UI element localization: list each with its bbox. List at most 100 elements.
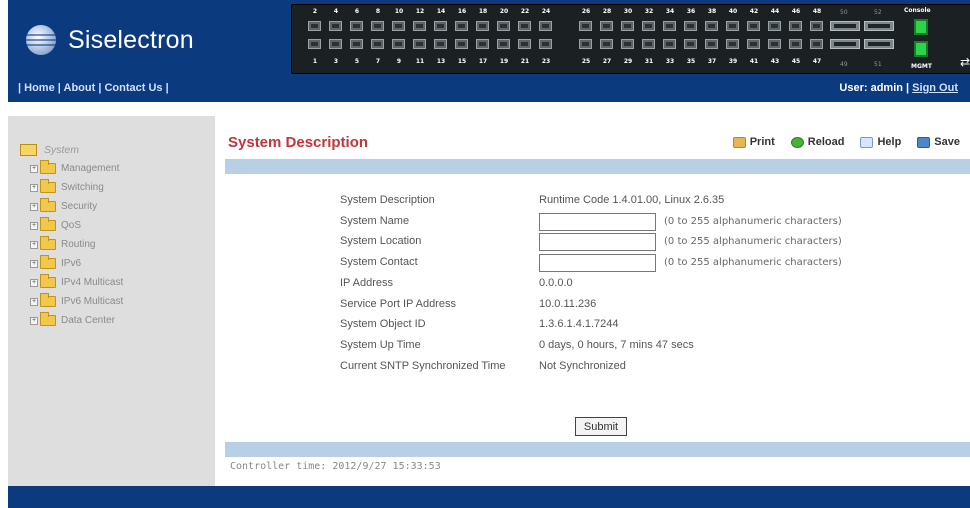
sidebar-item-data-center[interactable]: + Data Center [30, 311, 215, 330]
ethernet-port-37[interactable] [705, 39, 718, 49]
sfp-port-49[interactable] [830, 39, 860, 49]
submit-button[interactable]: Submit [575, 417, 627, 436]
ethernet-port-36[interactable] [684, 21, 697, 31]
ethernet-port-32[interactable] [642, 21, 655, 31]
reload-button[interactable]: Reload [790, 136, 844, 148]
ethernet-port-2[interactable] [308, 21, 321, 31]
ethernet-port-23[interactable] [539, 39, 552, 49]
ethernet-port-46[interactable] [789, 21, 802, 31]
port-number-46: 46 [791, 8, 801, 15]
mgmt-port-icon[interactable] [914, 41, 928, 57]
expand-icon[interactable]: + [30, 164, 38, 173]
tree-label: IPv6 Multicast [61, 296, 124, 307]
sfp-label-49: 49 [840, 61, 848, 68]
help-button[interactable]: Help [860, 136, 901, 148]
port-number-6: 6 [354, 8, 360, 15]
ethernet-port-15[interactable] [455, 39, 468, 49]
ethernet-port-48[interactable] [810, 21, 823, 31]
expand-icon[interactable]: + [30, 259, 38, 268]
sidebar-item-ipv6[interactable]: + IPv6 [30, 254, 215, 273]
ethernet-port-30[interactable] [621, 21, 634, 31]
sfp-port-51[interactable] [864, 39, 894, 49]
expand-icon[interactable]: + [30, 240, 38, 249]
sfp-port-50[interactable] [830, 21, 860, 31]
expand-icon[interactable]: + [30, 183, 38, 192]
field-row-ip-address: IP Address 0.0.0.0 [225, 277, 970, 295]
port-number-16: 16 [457, 8, 467, 15]
ethernet-port-31[interactable] [642, 39, 655, 49]
sidebar-item-security[interactable]: + Security [30, 197, 215, 216]
ethernet-port-39[interactable] [726, 39, 739, 49]
system-contact-input[interactable] [539, 254, 656, 273]
ethernet-port-43[interactable] [768, 39, 781, 49]
current-user-label: User: admin [839, 82, 903, 94]
contact-us-link[interactable]: Contact Us [104, 82, 162, 94]
home-link[interactable]: Home [24, 82, 55, 94]
ethernet-port-34[interactable] [663, 21, 676, 31]
ethernet-port-3[interactable] [329, 39, 342, 49]
ethernet-port-13[interactable] [434, 39, 447, 49]
expand-icon[interactable]: + [30, 316, 38, 325]
console-port-icon[interactable] [914, 19, 928, 35]
ethernet-port-33[interactable] [663, 39, 676, 49]
expand-icon[interactable]: + [30, 202, 38, 211]
ethernet-port-25[interactable] [579, 39, 592, 49]
ethernet-port-9[interactable] [392, 39, 405, 49]
ethernet-port-12[interactable] [413, 21, 426, 31]
ethernet-port-28[interactable] [600, 21, 613, 31]
ethernet-port-44[interactable] [768, 21, 781, 31]
sidebar-item-switching[interactable]: + Switching [30, 178, 215, 197]
sidebar-item-ipv6-multicast[interactable]: + IPv6 Multicast [30, 292, 215, 311]
ethernet-port-8[interactable] [371, 21, 384, 31]
expand-icon[interactable]: + [30, 297, 38, 306]
ethernet-port-1[interactable] [308, 39, 321, 49]
save-button[interactable]: Save [917, 136, 960, 148]
ethernet-port-10[interactable] [392, 21, 405, 31]
ethernet-port-16[interactable] [455, 21, 468, 31]
ethernet-port-20[interactable] [497, 21, 510, 31]
ethernet-port-40[interactable] [726, 21, 739, 31]
sign-out-link[interactable]: Sign Out [912, 82, 958, 94]
print-button[interactable]: Print [732, 136, 775, 148]
field-label: System Description [340, 194, 435, 206]
ethernet-port-4[interactable] [329, 21, 342, 31]
tree-item-system[interactable]: System [20, 140, 215, 159]
ethernet-port-38[interactable] [705, 21, 718, 31]
ethernet-port-26[interactable] [579, 21, 592, 31]
tree-label: QoS [61, 220, 82, 231]
ethernet-port-42[interactable] [747, 21, 760, 31]
port-number-38: 38 [707, 8, 717, 15]
sidebar-item-qos[interactable]: + QoS [30, 216, 215, 235]
system-location-input[interactable] [539, 233, 656, 252]
ethernet-port-47[interactable] [810, 39, 823, 49]
about-link[interactable]: About [64, 82, 96, 94]
ethernet-port-19[interactable] [497, 39, 510, 49]
field-row-service-port-ip-address: Service Port IP Address 10.0.11.236 [225, 298, 970, 316]
ethernet-port-17[interactable] [476, 39, 489, 49]
ethernet-port-22[interactable] [518, 21, 531, 31]
sidebar-item-routing[interactable]: + Routing [30, 235, 215, 254]
ethernet-port-6[interactable] [350, 21, 363, 31]
ethernet-port-35[interactable] [684, 39, 697, 49]
expand-icon[interactable]: + [30, 221, 38, 230]
ethernet-port-21[interactable] [518, 39, 531, 49]
sidebar-item-ipv4-multicast[interactable]: + IPv4 Multicast [30, 273, 215, 292]
user-separator: | [906, 82, 910, 94]
ethernet-port-41[interactable] [747, 39, 760, 49]
expand-icon[interactable]: + [30, 278, 38, 287]
ethernet-port-45[interactable] [789, 39, 802, 49]
sidebar-item-management[interactable]: + Management [30, 159, 215, 178]
ethernet-port-27[interactable] [600, 39, 613, 49]
ethernet-port-7[interactable] [371, 39, 384, 49]
ethernet-port-14[interactable] [434, 21, 447, 31]
sfp-port-52[interactable] [864, 21, 894, 31]
ethernet-port-18[interactable] [476, 21, 489, 31]
system-name-input[interactable] [539, 212, 656, 231]
ethernet-port-5[interactable] [350, 39, 363, 49]
port-number-3: 3 [333, 58, 339, 65]
ethernet-port-29[interactable] [621, 39, 634, 49]
ethernet-port-24[interactable] [539, 21, 552, 31]
field-hint: (0 to 255 alphanumeric characters) [664, 215, 842, 227]
port-number-13: 13 [436, 58, 446, 65]
ethernet-port-11[interactable] [413, 39, 426, 49]
